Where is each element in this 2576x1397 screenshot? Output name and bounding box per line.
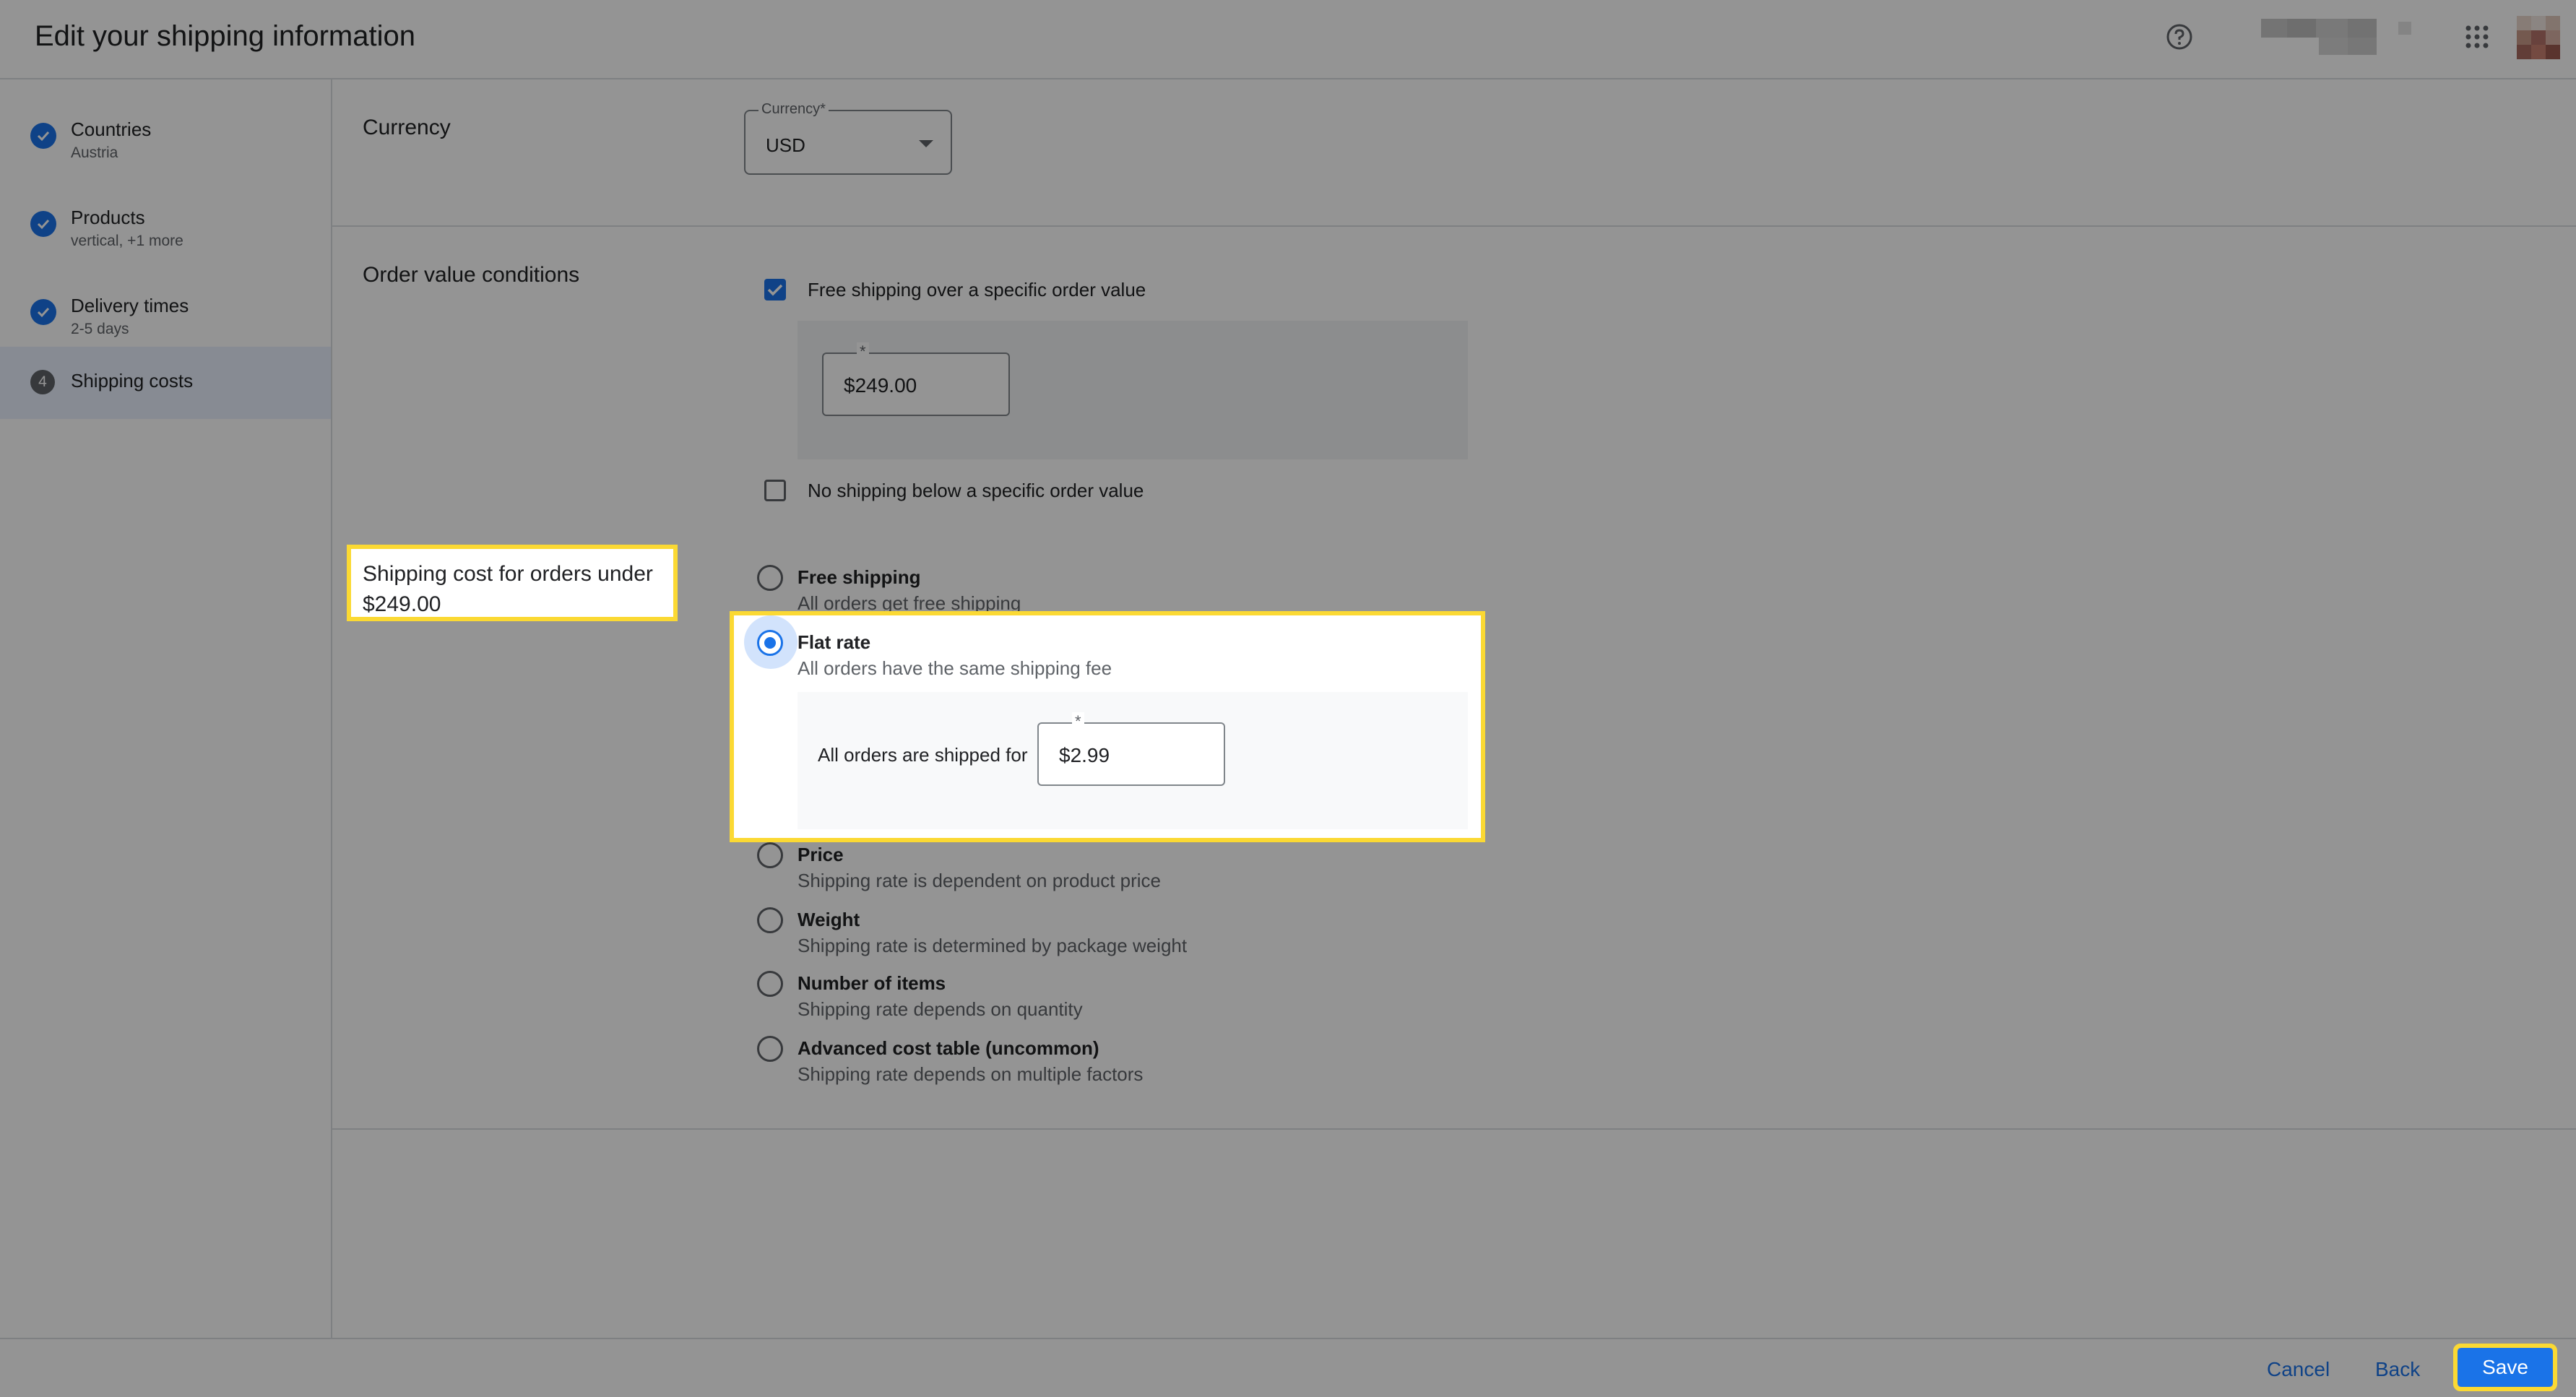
step-countries[interactable]: Countries Austria xyxy=(0,97,331,169)
radio-advanced-cost-table[interactable] xyxy=(757,1036,783,1062)
flat-rate-amount-input[interactable]: * $2.99 xyxy=(1037,712,1225,786)
option-title-weight: Weight xyxy=(798,909,860,930)
option-sub-price: Shipping rate is dependent on product pr… xyxy=(798,870,1162,891)
save-button[interactable]: Save xyxy=(2458,1348,2553,1387)
account-name-blurred[interactable] xyxy=(2254,19,2420,55)
step-title: Products xyxy=(71,207,145,228)
option-title-number-of-items: Number of items xyxy=(798,972,946,994)
caret-down-icon xyxy=(919,140,933,147)
avatar[interactable] xyxy=(2517,16,2560,59)
currency-select[interactable]: Currency* USD xyxy=(744,101,952,175)
shipping-cost-section-label-highlight: Shipping cost for orders under $249.00 xyxy=(347,545,678,621)
step-subtitle: 2-5 days xyxy=(71,321,129,337)
step-number: 4 xyxy=(30,370,55,394)
check-icon xyxy=(30,211,56,237)
check-icon xyxy=(767,284,783,296)
step-delivery-times[interactable]: Delivery times 2-5 days xyxy=(0,273,331,345)
no-below-checkbox[interactable] xyxy=(764,480,786,501)
radio-number-of-items[interactable] xyxy=(757,971,783,997)
option-title-advanced-cost-table: Advanced cost table (uncommon) xyxy=(798,1037,1099,1059)
option-title-free-shipping: Free shipping xyxy=(798,566,921,588)
radio-weight[interactable] xyxy=(757,907,783,933)
option-sub-advanced-cost-table: Shipping rate depends on multiple factor… xyxy=(798,1063,1144,1085)
step-title: Shipping costs xyxy=(71,370,194,392)
flat-rate-label: All orders are shipped for xyxy=(818,744,1028,766)
shipping-cost-section-label: Shipping cost for orders under $249.00 xyxy=(363,562,653,616)
flat-rate-amount-value: $2.99 xyxy=(1059,744,1110,766)
step-products[interactable]: Products vertical, +1 more xyxy=(0,185,331,257)
free-over-field-label: * xyxy=(857,342,869,361)
step-title: Delivery times xyxy=(71,295,189,316)
currency-section-label: Currency xyxy=(363,116,451,139)
section-divider xyxy=(332,225,2576,227)
section-divider xyxy=(332,1128,2576,1130)
order-value-section-label: Order value conditions xyxy=(363,263,580,287)
page-title: Edit your shipping information xyxy=(35,20,415,52)
free-over-label: Free shipping over a specific order valu… xyxy=(808,279,1146,300)
step-title: Countries xyxy=(71,118,152,140)
free-over-amount-input[interactable]: * $249.00 xyxy=(822,342,1010,416)
radio-flat-rate[interactable] xyxy=(757,630,783,656)
app-header: Edit your shipping information xyxy=(0,0,2576,79)
check-icon xyxy=(30,123,56,149)
radio-price[interactable] xyxy=(757,842,783,868)
step-shipping-costs[interactable]: 4 Shipping costs xyxy=(0,347,331,419)
step-subtitle: vertical, +1 more xyxy=(71,233,183,249)
option-sub-weight: Shipping rate is determined by package w… xyxy=(798,935,1188,956)
free-over-checkbox[interactable] xyxy=(764,279,786,300)
help-circle-icon[interactable] xyxy=(2166,23,2193,51)
check-icon xyxy=(30,299,56,325)
no-below-label: No shipping below a specific order value xyxy=(808,480,1144,501)
apps-grid-icon[interactable] xyxy=(2465,25,2489,49)
option-sub-flat-rate: All orders have the same shipping fee xyxy=(798,657,1112,679)
flat-rate-field-label: * xyxy=(1072,712,1084,731)
stepper-sidebar: Countries Austria Products vertical, +1 … xyxy=(0,79,332,1338)
free-over-amount-value: $249.00 xyxy=(844,374,917,397)
step-subtitle: Austria xyxy=(71,144,118,161)
currency-value: USD xyxy=(766,134,805,156)
option-title-price: Price xyxy=(798,844,844,865)
option-title-flat-rate: Flat rate xyxy=(798,631,871,653)
radio-free-shipping[interactable] xyxy=(757,565,783,591)
option-sub-number-of-items: Shipping rate depends on quantity xyxy=(798,998,1083,1020)
save-button-region: Save xyxy=(0,1338,2576,1397)
currency-field-label: Currency* xyxy=(758,101,829,118)
